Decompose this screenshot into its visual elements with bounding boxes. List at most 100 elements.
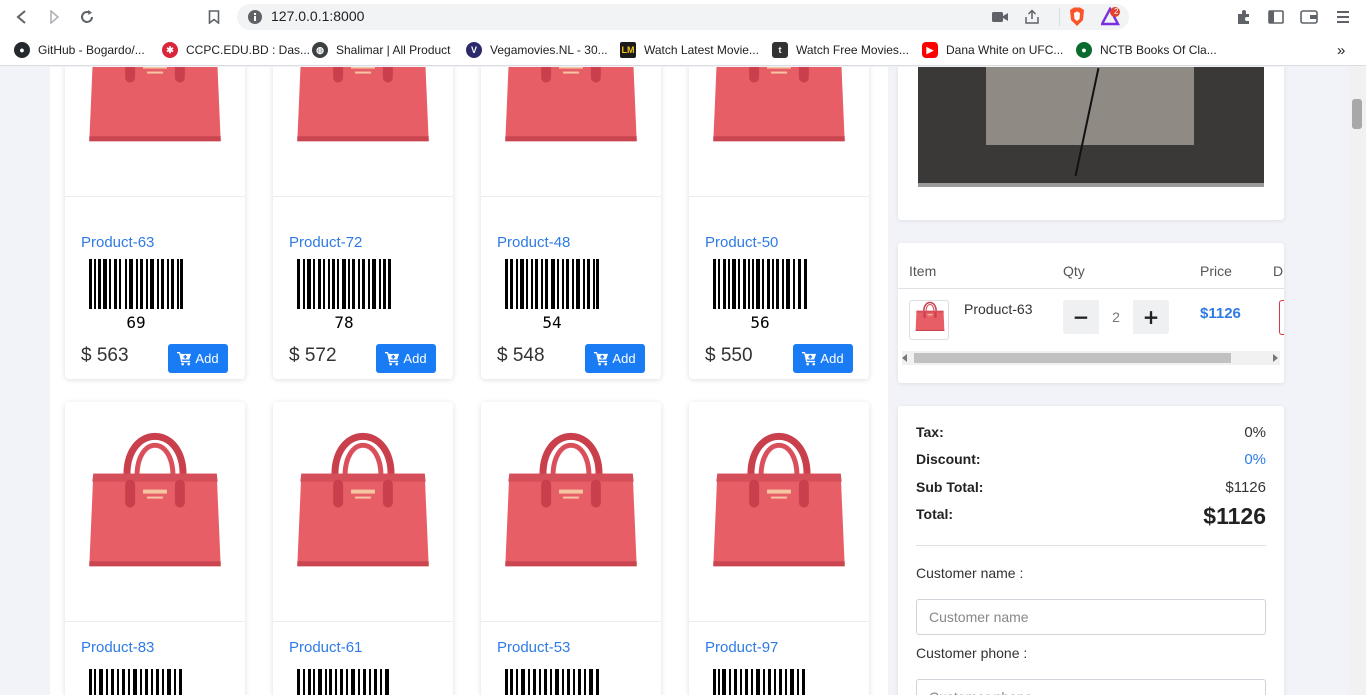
total-value: $1126: [1203, 503, 1266, 529]
product-name[interactable]: Product-83: [81, 639, 154, 656]
product-image[interactable]: [65, 402, 245, 622]
product-name[interactable]: Product-72: [289, 234, 362, 251]
bookmark-nctb[interactable]: ● NCTB Books Of Cla...: [1076, 40, 1217, 60]
increase-qty-button[interactable]: +: [1133, 300, 1169, 334]
back-icon[interactable]: [11, 6, 33, 28]
discount-value[interactable]: 0%: [1244, 451, 1266, 468]
barcode-number: 56: [750, 313, 770, 332]
scroll-thumb[interactable]: [914, 353, 1231, 363]
delete-item-button[interactable]: [1279, 300, 1284, 335]
bookmark-label: Watch Latest Movie...: [644, 43, 759, 57]
barcode-image: [297, 669, 389, 695]
bookmark-shalimar[interactable]: ◍ Shalimar | All Product: [312, 40, 451, 60]
sidebar-icon[interactable]: [1265, 6, 1287, 28]
product-image[interactable]: [273, 402, 453, 622]
product-image[interactable]: [689, 402, 869, 622]
add-to-cart-button[interactable]: Add: [793, 344, 853, 373]
product-name[interactable]: Product-53: [497, 639, 570, 656]
qty-input[interactable]: [1099, 300, 1133, 334]
page-scroll-thumb[interactable]: [1352, 99, 1362, 129]
barcode-image: [297, 259, 391, 309]
globe-icon: ◍: [312, 42, 328, 58]
bookmark-label: Shalimar | All Product: [336, 43, 451, 57]
bookmark-dana-white[interactable]: ▶ Dana White on UFC...: [922, 40, 1063, 60]
cart-plus-icon: [594, 351, 609, 366]
bookmark-label: Vegamovies.NL - 30...: [490, 43, 608, 57]
bookmark-label: CCPC.EDU.BD : Das...: [186, 43, 311, 57]
decrease-qty-button[interactable]: −: [1063, 300, 1099, 334]
barcode-scanner-panel: [898, 67, 1284, 220]
customer-name-label: Customer name :: [916, 565, 1024, 581]
cart-item-thumbnail: [909, 300, 949, 340]
reload-icon[interactable]: [76, 6, 98, 28]
cart-item-name: Product-63: [964, 301, 1033, 317]
product-image[interactable]: [689, 67, 869, 197]
bookmark-watch-free[interactable]: t Watch Free Movies...: [772, 40, 909, 60]
product-card: Product-83: [65, 402, 245, 695]
bookmark-watch-latest[interactable]: LM Watch Latest Movie...: [620, 40, 759, 60]
share-icon[interactable]: [1024, 9, 1040, 25]
cart-header-delete: D: [1273, 263, 1284, 279]
nctb-icon: ●: [1076, 42, 1092, 58]
bookmarks-bar: ● GitHub - Bogardo/... ✱ CCPC.EDU.BD : D…: [0, 34, 1366, 66]
address-bar[interactable]: 127.0.0.1:8000 2: [237, 4, 1129, 30]
cart-item-price: $1126: [1200, 305, 1241, 322]
product-image[interactable]: [65, 67, 245, 197]
barcode-number: 78: [334, 313, 354, 332]
add-label: Add: [820, 351, 844, 366]
scroll-left-icon[interactable]: [902, 354, 907, 362]
scroll-right-icon[interactable]: [1273, 354, 1278, 362]
cart-header-item: Item: [909, 263, 937, 279]
customer-name-input[interactable]: [916, 599, 1266, 635]
extensions-icon[interactable]: [1233, 6, 1255, 28]
page-viewport: Product-63 69 $ 563 Add Product-72 78 $ …: [0, 67, 1366, 695]
product-price: $ 563: [81, 345, 129, 366]
wallet-icon[interactable]: [1298, 6, 1320, 28]
barcode-image: [89, 669, 182, 695]
product-image[interactable]: [481, 402, 661, 622]
cart-plus-icon: [385, 351, 400, 366]
rewards-badge: 2: [1114, 7, 1119, 16]
add-to-cart-button[interactable]: Add: [376, 344, 436, 373]
product-card: Product-72 78 $ 572 Add: [273, 67, 453, 379]
customer-phone-input[interactable]: [916, 679, 1266, 695]
subtotal-value: $1126: [1225, 479, 1266, 496]
cart-header-qty: Qty: [1063, 263, 1085, 279]
product-name[interactable]: Product-63: [81, 234, 154, 251]
product-name[interactable]: Product-50: [705, 234, 778, 251]
page-scrollbar[interactable]: [1349, 67, 1366, 695]
product-image[interactable]: [273, 67, 453, 197]
more-bookmarks-button[interactable]: »: [1337, 40, 1345, 60]
camera-icon[interactable]: [992, 11, 1008, 23]
brave-shield-icon[interactable]: [1068, 7, 1086, 27]
url-text[interactable]: 127.0.0.1:8000: [271, 8, 364, 24]
tubi-icon: t: [772, 42, 788, 58]
add-label: Add: [195, 351, 219, 366]
cart-plus-icon: [802, 351, 817, 366]
cart-horizontal-scrollbar[interactable]: [902, 351, 1280, 365]
bookmark-ccpc[interactable]: ✱ CCPC.EDU.BD : Das...: [162, 40, 310, 60]
product-name[interactable]: Product-61: [289, 639, 362, 656]
barcode-image: [89, 259, 183, 309]
product-name[interactable]: Product-48: [497, 234, 570, 251]
barcode-number: 54: [542, 313, 562, 332]
forward-icon[interactable]: [43, 6, 65, 28]
add-to-cart-button[interactable]: Add: [585, 344, 645, 373]
menu-icon[interactable]: [1332, 6, 1354, 28]
product-price: $ 548: [497, 345, 545, 366]
bookmark-label: Dana White on UFC...: [946, 43, 1064, 57]
product-image[interactable]: [481, 67, 661, 197]
barcode-image: [713, 259, 807, 309]
browser-toolbar: 127.0.0.1:8000 2: [0, 0, 1366, 34]
product-card: Product-63 69 $ 563 Add: [65, 67, 245, 379]
bookmark-github[interactable]: ● GitHub - Bogardo/...: [14, 40, 145, 60]
product-name[interactable]: Product-97: [705, 639, 778, 656]
bookmark-icon[interactable]: [203, 6, 225, 28]
camera-preview[interactable]: [918, 67, 1264, 187]
info-icon[interactable]: [247, 9, 263, 25]
barcode-image: [505, 669, 599, 695]
add-to-cart-button[interactable]: Add: [168, 344, 228, 373]
subtotal-label: Sub Total:: [916, 479, 984, 495]
bookmark-vegamovies[interactable]: V Vegamovies.NL - 30...: [466, 40, 608, 60]
cart-header-price: Price: [1200, 263, 1232, 279]
